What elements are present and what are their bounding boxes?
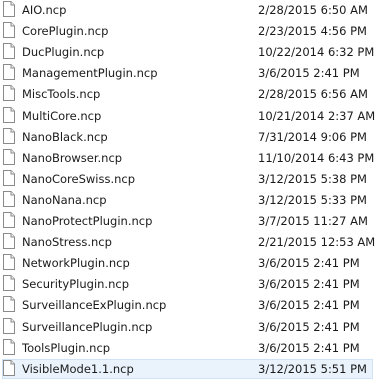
- file-row-2[interactable]: DucPlugin.ncp 10/22/2014 6:32 PM: [0, 42, 375, 63]
- file-name: CorePlugin.ncp: [22, 24, 109, 39]
- file-icon: [3, 254, 15, 271]
- file-row-17[interactable]: VisibleMode1.1.ncp 3/12/2015 5:51 PM: [0, 358, 375, 380]
- file-name: DucPlugin.ncp: [22, 45, 105, 60]
- file-date-modified: 3/6/2015 2:41 PM: [258, 277, 360, 292]
- file-row-12[interactable]: NetworkPlugin.ncp 3/6/2015 2:41 PM: [0, 253, 375, 274]
- file-icon: [3, 1, 15, 17]
- file-icon: [3, 43, 15, 60]
- file-date-modified: 3/12/2015 5:38 PM: [258, 171, 367, 186]
- file-date-modified: 10/21/2014 2:37 AM: [258, 108, 375, 123]
- file-row-15[interactable]: SurveillancePlugin.ncp 3/6/2015 2:41 PM: [0, 317, 375, 338]
- file-name: MultiCore.ncp: [22, 108, 102, 123]
- file-name: NanoCoreSwiss.ncp: [22, 171, 136, 186]
- file-date-modified: 3/12/2015 5:51 PM: [258, 361, 367, 376]
- file-row-0[interactable]: AIO.ncp 2/28/2015 6:50 AM: [0, 0, 375, 21]
- file-row-3[interactable]: ManagementPlugin.ncp 3/6/2015 2:41 PM: [0, 63, 375, 84]
- file-icon: [3, 22, 15, 39]
- file-icon: [3, 317, 15, 334]
- file-row-5[interactable]: MultiCore.ncp 10/21/2014 2:37 AM: [0, 106, 375, 127]
- file-name: NetworkPlugin.ncp: [22, 256, 130, 271]
- file-date-modified: 3/6/2015 2:41 PM: [258, 319, 360, 334]
- file-icon: [3, 127, 15, 144]
- file-icon: [3, 85, 15, 102]
- file-row-10[interactable]: NanoProtectPlugin.ncp 3/7/2015 11:27 AM: [0, 211, 375, 232]
- file-name: NanoNana.ncp: [22, 192, 107, 207]
- file-date-modified: 10/22/2014 6:32 PM: [258, 45, 375, 60]
- file-icon: [3, 212, 15, 228]
- file-name: MiscTools.ncp: [22, 87, 101, 102]
- file-icon: [3, 275, 15, 292]
- file-icon: [3, 296, 15, 313]
- file-date-modified: 11/10/2014 6:43 PM: [258, 150, 375, 165]
- file-name: SurveillancePlugin.ncp: [22, 319, 153, 334]
- file-name: SurveillanceExPlugin.ncp: [22, 298, 167, 313]
- file-date-modified: 2/28/2015 6:50 AM: [258, 3, 368, 17]
- file-date-modified: 3/6/2015 2:41 PM: [258, 340, 360, 355]
- file-name: SecurityPlugin.ncp: [22, 277, 129, 292]
- file-date-modified: 2/28/2015 6:56 AM: [258, 87, 368, 102]
- file-name: NanoBrowser.ncp: [22, 150, 123, 165]
- file-date-modified: 2/21/2015 12:53 AM: [258, 235, 375, 250]
- file-name: AIO.ncp: [22, 3, 67, 17]
- file-name: ToolsPlugin.ncp: [22, 340, 111, 355]
- file-icon: [3, 338, 15, 355]
- file-date-modified: 3/7/2015 11:27 AM: [258, 214, 368, 228]
- file-name: NanoProtectPlugin.ncp: [22, 214, 153, 228]
- file-row-13[interactable]: SecurityPlugin.ncp 3/6/2015 2:41 PM: [0, 274, 375, 295]
- file-icon: [3, 233, 15, 250]
- file-date-modified: 7/31/2014 9:06 PM: [258, 129, 367, 144]
- file-row-9[interactable]: NanoNana.ncp 3/12/2015 5:33 PM: [0, 190, 375, 211]
- file-row-6[interactable]: NanoBlack.ncp 7/31/2014 9:06 PM: [0, 127, 375, 148]
- file-date-modified: 3/6/2015 2:41 PM: [258, 256, 360, 271]
- file-icon: [3, 359, 15, 376]
- file-row-14[interactable]: SurveillanceExPlugin.ncp 3/6/2015 2:41 P…: [0, 295, 375, 316]
- file-icon: [3, 148, 15, 165]
- file-date-modified: 2/23/2015 4:56 PM: [258, 24, 367, 39]
- file-row-7[interactable]: NanoBrowser.ncp 11/10/2014 6:43 PM: [0, 148, 375, 169]
- file-icon: [3, 64, 15, 81]
- file-row-4[interactable]: MiscTools.ncp 2/28/2015 6:56 AM: [0, 84, 375, 105]
- file-date-modified: 3/6/2015 2:41 PM: [258, 298, 360, 313]
- file-icon: [3, 106, 15, 123]
- file-name: ManagementPlugin.ncp: [22, 66, 158, 81]
- file-date-modified: 3/6/2015 2:41 PM: [258, 66, 360, 81]
- file-name: NanoBlack.ncp: [22, 129, 108, 144]
- file-name: VisibleMode1.1.ncp: [22, 361, 134, 376]
- file-row-8[interactable]: NanoCoreSwiss.ncp 3/12/2015 5:38 PM: [0, 169, 375, 190]
- file-date-modified: 3/12/2015 5:33 PM: [258, 192, 367, 207]
- file-row-11[interactable]: NanoStress.ncp 2/21/2015 12:53 AM: [0, 232, 375, 253]
- file-icon: [3, 169, 15, 186]
- file-icon: [3, 190, 15, 207]
- file-name: NanoStress.ncp: [22, 235, 112, 250]
- file-row-16[interactable]: ToolsPlugin.ncp 3/6/2015 2:41 PM: [0, 338, 375, 359]
- file-row-1[interactable]: CorePlugin.ncp 2/23/2015 4:56 PM: [0, 21, 375, 42]
